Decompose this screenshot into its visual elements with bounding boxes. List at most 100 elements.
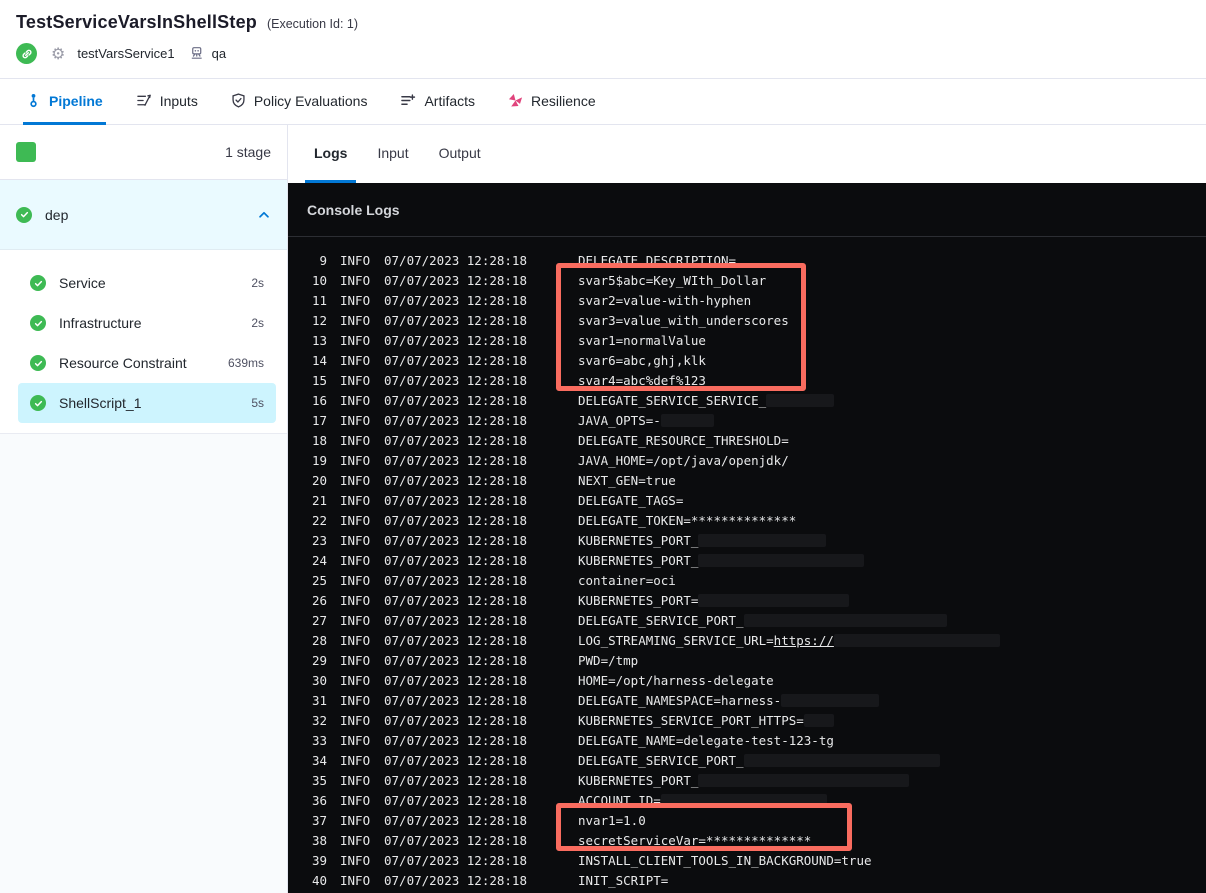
log-timestamp: 07/07/2023 12:28:18 [384, 872, 527, 888]
tab-inputs[interactable]: Inputs [133, 79, 201, 125]
log-timestamp: 07/07/2023 12:28:18 [384, 252, 527, 268]
log-message: KUBERNETES_PORT_ [578, 773, 910, 788]
log-timestamp: 07/07/2023 12:28:18 [384, 772, 527, 788]
log-text: secretServiceVar=************** [578, 832, 812, 848]
redacted-text-block [781, 693, 880, 707]
log-line-number: 37 [311, 812, 327, 828]
environment-name[interactable]: qa [212, 46, 226, 61]
log-text: svar5$abc=Key_WIth_Dollar [578, 272, 767, 288]
log-timestamp: 07/07/2023 12:28:18 [384, 572, 527, 588]
stage-group-dep[interactable]: dep [0, 180, 287, 250]
tab-label: Inputs [159, 92, 198, 109]
log-level: INFO [340, 572, 371, 588]
log-timestamp: 07/07/2023 12:28:18 [384, 532, 527, 548]
log-line: 30 INFO 07/07/2023 12:28:18 HOME=/opt/harne… [288, 670, 1206, 690]
log-message: HOME=/opt/harness-delegate [578, 673, 774, 688]
console-title: Console Logs [307, 201, 400, 218]
log-link[interactable]: https:// [774, 633, 834, 648]
log-line-number: 18 [311, 432, 327, 448]
log-level: INFO [340, 452, 371, 468]
log-line: 25 INFO 07/07/2023 12:28:18 container=oci [288, 570, 1206, 590]
service-name[interactable]: testVarsService1 [77, 46, 174, 61]
log-message: ACCOUNT_ID= [578, 793, 827, 808]
console: Console Logs 9 INFO 07/07/2023 12:28:18 DEL… [288, 183, 1206, 893]
log-line-number: 30 [311, 672, 327, 688]
redacted-text-block [660, 793, 827, 807]
tab-label: Resilience [531, 92, 596, 109]
log-level: INFO [340, 712, 371, 728]
tab-resilience[interactable]: Resilience [505, 79, 599, 125]
success-check-icon [30, 395, 46, 411]
tab-artifacts[interactable]: Artifacts [397, 79, 478, 125]
log-message: DELEGATE_SERVICE_SERVICE_ [578, 393, 835, 408]
log-line: 19 INFO 07/07/2023 12:28:18 JAVA_HOME=/opt/… [288, 450, 1206, 470]
log-text: KUBERNETES_PORT_ [578, 552, 699, 568]
tab-policy-evaluations[interactable]: Policy Evaluations [228, 79, 371, 125]
log-level: INFO [340, 832, 371, 848]
log-text: DELEGATE_SERVICE_PORT_ [578, 752, 744, 768]
tab-pipeline[interactable]: Pipeline [23, 79, 106, 125]
step-item-infrastructure[interactable]: Infrastructure 2s [18, 303, 276, 343]
redacted-text-block [833, 633, 1000, 647]
log-level: INFO [340, 732, 371, 748]
log-text: DELEGATE_RESOURCE_THRESHOLD= [578, 432, 789, 448]
log-level: INFO [340, 672, 371, 688]
log-message: svar6=abc,ghj,klk [578, 353, 706, 368]
log-timestamp: 07/07/2023 12:28:18 [384, 432, 527, 448]
log-level: INFO [340, 652, 371, 668]
success-check-icon [16, 206, 32, 223]
log-message: INIT_SCRIPT= [578, 873, 668, 888]
log-timestamp: 07/07/2023 12:28:18 [384, 712, 527, 728]
main-tab-bar: Pipeline Inputs Policy Evaluations Artifact… [0, 79, 1206, 125]
log-line: 21 INFO 07/07/2023 12:28:18 DELEGATE_TAGS= [288, 490, 1206, 510]
log-timestamp: 07/07/2023 12:28:18 [384, 512, 527, 528]
log-timestamp: 07/07/2023 12:28:18 [384, 612, 527, 628]
log-tab-bar: Logs Input Output [288, 125, 1206, 183]
log-timestamp: 07/07/2023 12:28:18 [384, 732, 527, 748]
log-timestamp: 07/07/2023 12:28:18 [384, 852, 527, 868]
step-item-resource-constraint[interactable]: Resource Constraint 639ms [18, 343, 276, 383]
log-tab-output[interactable]: Output [430, 125, 490, 183]
log-tab-input[interactable]: Input [368, 125, 417, 183]
log-message: DELEGATE_DESCRIPTION= [578, 253, 736, 268]
stage-summary-row[interactable]: 1 stage [0, 125, 287, 180]
chevron-up-icon[interactable] [257, 208, 271, 222]
step-duration: 639ms [227, 356, 264, 370]
policy-shield-icon [231, 93, 246, 108]
log-text: DELEGATE_TAGS= [578, 492, 684, 508]
link-status-icon [16, 43, 37, 64]
log-line-number: 33 [311, 732, 327, 748]
log-text: svar6=abc,ghj,klk [578, 352, 706, 368]
log-timestamp: 07/07/2023 12:28:18 [384, 592, 527, 608]
log-message: svar3=value_with_underscores [578, 313, 789, 328]
log-timestamp: 07/07/2023 12:28:18 [384, 472, 527, 488]
redacted-text-block [766, 393, 835, 407]
resilience-icon [508, 93, 523, 108]
log-line-number: 21 [311, 492, 327, 508]
execution-header: TestServiceVarsInShellStep (Execution Id… [0, 0, 1206, 79]
log-message: NEXT_GEN=true [578, 473, 676, 488]
log-line: 39 INFO 07/07/2023 12:28:18 INSTALL_CLIENT_… [288, 850, 1206, 870]
success-check-icon [30, 315, 46, 331]
console-header: Console Logs [288, 183, 1206, 237]
log-line: 9 INFO 07/07/2023 12:28:18 DELEGATE_DESCRIP… [288, 250, 1206, 270]
log-message: KUBERNETES_PORT_ [578, 552, 865, 568]
log-timestamp: 07/07/2023 12:28:18 [384, 632, 527, 648]
log-message: INSTALL_CLIENT_TOOLS_IN_BACKGROUND=true [578, 853, 872, 868]
log-text: JAVA_HOME=/opt/java/openjdk/ [578, 452, 789, 468]
log-timestamp: 07/07/2023 12:28:18 [384, 292, 527, 308]
log-message: PWD=/tmp [578, 653, 638, 668]
log-message: DELEGATE_NAME=delegate-test-123-tg [578, 733, 834, 748]
log-timestamp: 07/07/2023 12:28:18 [384, 272, 527, 288]
step-item-service[interactable]: Service 2s [18, 263, 276, 303]
console-log-list[interactable]: 9 INFO 07/07/2023 12:28:18 DELEGATE_DESCRIP… [288, 237, 1206, 893]
step-item-shellscript-1[interactable]: ShellScript_1 5s [18, 383, 276, 423]
redacted-text-block [660, 413, 714, 427]
log-level: INFO [340, 552, 371, 568]
log-level: INFO [340, 292, 371, 308]
log-line-number: 19 [311, 452, 327, 468]
log-tab-logs[interactable]: Logs [305, 125, 357, 183]
log-timestamp: 07/07/2023 12:28:18 [384, 832, 527, 848]
log-message: JAVA_HOME=/opt/java/openjdk/ [578, 453, 789, 468]
log-message: KUBERNETES_SERVICE_PORT_HTTPS= [578, 713, 834, 728]
